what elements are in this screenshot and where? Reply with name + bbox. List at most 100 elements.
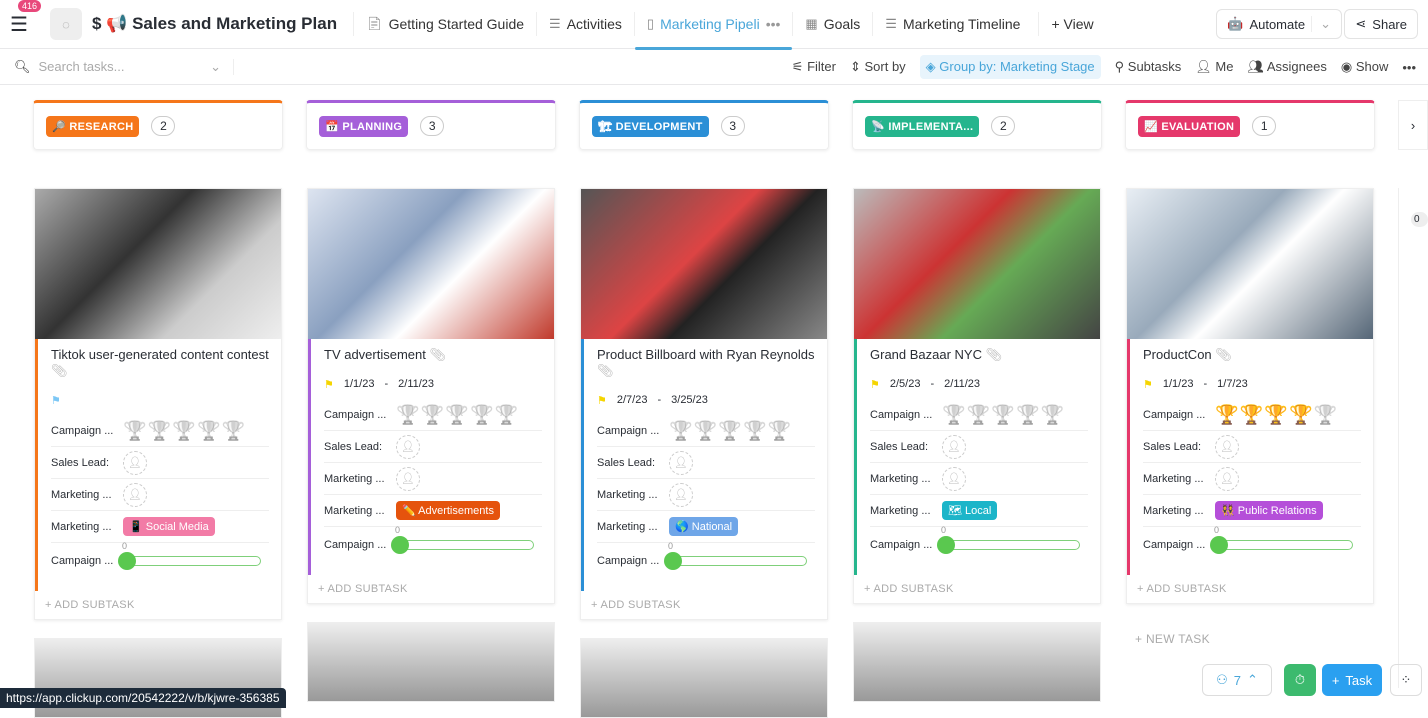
flag-icon[interactable]: ⚑ [870,378,880,391]
automate-button[interactable]: 🤖 Automate ⌄ [1216,9,1342,39]
rating-field[interactable]: 🏆🏆🏆🏆🏆 [396,403,519,427]
tab-3[interactable]: ▦ Goals [792,12,872,36]
trophy-icon[interactable]: 🏆 [197,421,221,442]
trophy-icon[interactable]: 🏆 [470,405,494,426]
subtasks-button[interactable]: ⚲ Subtasks [1115,59,1182,75]
add-assignee-icon[interactable]: 👤︎ [396,434,420,459]
filter-button[interactable]: ⚟ Filter [792,59,836,75]
add-assignee-icon[interactable]: 👤︎ [942,466,966,491]
column-header[interactable]: 📡 IMPLEMENTA... 2 [852,100,1102,150]
slider-thumb[interactable] [664,552,682,570]
sort-button[interactable]: ⇕ Sort by [850,59,906,75]
add-assignee-icon[interactable]: 👤︎ [1215,434,1239,459]
chevron-down-icon[interactable]: ⌄ [1311,16,1331,32]
menu-button[interactable]: ☰ 416 [10,0,42,37]
trophy-icon[interactable]: 🏆 [1041,405,1065,426]
rating-field[interactable]: 🏆🏆🏆🏆🏆 [123,419,246,443]
trophy-icon[interactable]: 🏆 [222,421,246,442]
trophy-icon[interactable]: 🏆 [694,421,718,442]
progress-slider[interactable]: 0 [1210,525,1353,554]
trophy-icon[interactable]: 🏆 [495,405,519,426]
trophy-icon[interactable]: 🏆 [421,405,445,426]
task-title[interactable]: Tiktok user-generated content contest 📎︎ [51,347,269,379]
progress-slider[interactable]: 0 [664,541,807,570]
task-title[interactable]: Grand Bazaar NYC 📎︎ [870,347,1088,363]
trophy-icon[interactable]: 🏆 [123,421,147,442]
trophy-icon[interactable]: 🏆 [148,421,172,442]
slider-thumb[interactable] [391,536,409,554]
add-assignee-icon[interactable]: 👤︎ [669,482,693,507]
task-card[interactable] [580,638,828,718]
flag-icon[interactable]: ⚑ [51,394,61,407]
rating-field[interactable]: 🏆🏆🏆🏆🏆 [942,403,1065,427]
trophy-icon[interactable]: 🏆 [743,421,767,442]
more-icon[interactable]: ••• [766,16,781,32]
new-task-button[interactable]: + NEW TASK [1125,624,1220,654]
add-assignee-icon[interactable]: 👤︎ [1215,466,1239,491]
progress-slider[interactable]: 0 [391,525,534,554]
trophy-icon[interactable]: 🏆 [942,405,966,426]
show-button[interactable]: ◉ Show [1341,59,1389,75]
task-card[interactable] [307,622,555,702]
space-icon[interactable]: ◌ [50,8,82,40]
add-subtask-button[interactable]: + ADD SUBTASK [35,591,281,619]
tab-1[interactable]: ☰ Activities [536,12,634,36]
share-button[interactable]: ⋖ Share [1344,9,1418,39]
channel-tag[interactable]: 📱 Social Media [123,517,215,536]
channel-tag[interactable]: 🌎 National [669,517,739,536]
trophy-icon[interactable]: 🏆 [1314,405,1338,426]
flag-icon[interactable]: ⚑ [597,394,607,407]
task-card[interactable]: TV advertisement 📎︎ ⚑ 1/1/23-2/11/23 Camp… [307,188,555,604]
add-subtask-button[interactable]: + ADD SUBTASK [581,591,827,619]
slider-thumb[interactable] [1210,536,1228,554]
add-view-button[interactable]: + View [1038,12,1105,36]
tab-0[interactable]: 📄︎ Getting Started Guide [353,12,536,36]
trophy-icon[interactable]: 🏆 [768,421,792,442]
channel-tag[interactable]: ✏️ Advertisements [396,501,500,520]
trophy-icon[interactable]: 🏆 [1016,405,1040,426]
search-input[interactable]: 🔍︎ Search tasks... ⌄ [14,58,234,75]
channel-tag[interactable]: 👯 Public Relations [1215,501,1323,520]
slider-thumb[interactable] [118,552,136,570]
add-subtask-button[interactable]: + ADD SUBTASK [1127,575,1373,603]
chevron-down-icon[interactable]: ⌄ [210,59,221,75]
more-icon[interactable]: ••• [1402,60,1416,75]
trophy-icon[interactable]: 🏆 [1215,405,1239,426]
trophy-icon[interactable]: 🏆 [718,421,742,442]
add-assignee-icon[interactable]: 👤︎ [123,482,147,507]
task-title[interactable]: Product Billboard with Ryan Reynolds 📎︎ [597,347,815,379]
timer-button[interactable]: ⏱ [1284,664,1316,696]
trophy-icon[interactable]: 🏆 [445,405,469,426]
trophy-icon[interactable]: 🏆 [669,421,693,442]
task-card[interactable] [853,622,1101,702]
trophy-icon[interactable]: 🏆 [396,405,420,426]
trophy-icon[interactable]: 🏆 [1240,405,1264,426]
progress-slider[interactable]: 0 [118,541,261,570]
me-button[interactable]: 👤︎ Me [1195,59,1233,75]
new-task-button[interactable]: + Task [1322,664,1382,696]
flag-icon[interactable]: ⚑ [324,378,334,391]
notifications-button[interactable]: ⚇ 7 ⌃ [1202,664,1272,696]
task-card[interactable]: ProductCon 📎︎ ⚑ 1/1/23-1/7/23 Campaign ..… [1126,188,1374,604]
task-card[interactable]: Product Billboard with Ryan Reynolds 📎︎ … [580,188,828,620]
add-assignee-icon[interactable]: 👤︎ [669,450,693,475]
column-header[interactable]: 📅 PLANNING 3 [306,100,556,150]
apps-icon[interactable]: ⁘ [1390,664,1422,696]
task-card[interactable]: Tiktok user-generated content contest 📎︎… [34,188,282,620]
trophy-icon[interactable]: 🏆 [1289,405,1313,426]
assignees-button[interactable]: 👥︎ Assignees [1247,59,1326,75]
tab-4[interactable]: ☰ Marketing Timeline [872,12,1032,36]
task-card[interactable]: Grand Bazaar NYC 📎︎ ⚑ 2/5/23-2/11/23 Camp… [853,188,1101,604]
column-header[interactable]: 🏗 DEVELOPMENT 3 [579,100,829,150]
column-header[interactable]: 🔎 RESEARCH 2 [33,100,283,150]
task-title[interactable]: ProductCon 📎︎ [1143,347,1361,363]
trophy-icon[interactable]: 🏆 [991,405,1015,426]
trophy-icon[interactable]: 🏆 [967,405,991,426]
channel-tag[interactable]: 🗺 Local [942,501,998,520]
add-assignee-icon[interactable]: 👤︎ [396,466,420,491]
add-subtask-button[interactable]: + ADD SUBTASK [308,575,554,603]
add-assignee-icon[interactable]: 👤︎ [942,434,966,459]
trophy-icon[interactable]: 🏆 [1264,405,1288,426]
add-subtask-button[interactable]: + ADD SUBTASK [854,575,1100,603]
add-assignee-icon[interactable]: 👤︎ [123,450,147,475]
